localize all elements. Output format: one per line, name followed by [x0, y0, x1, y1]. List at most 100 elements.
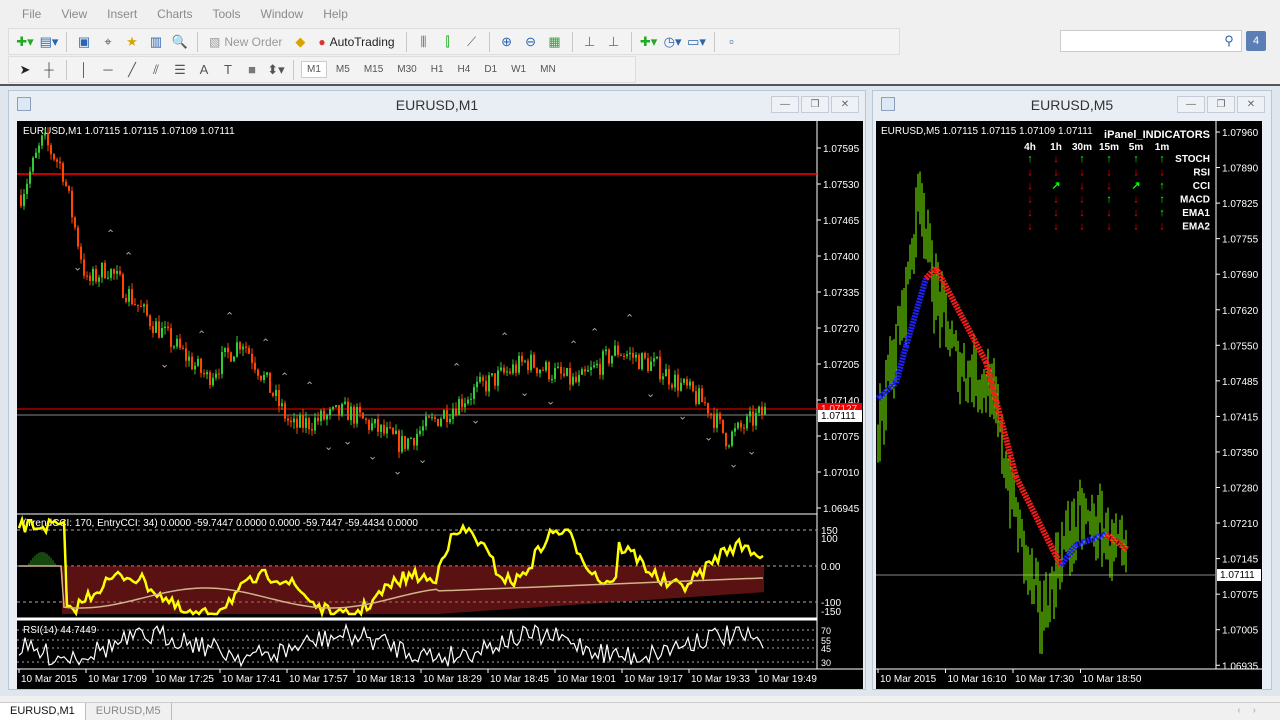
signal-down-arrow-icon: ↓	[1079, 221, 1085, 233]
new-order-button[interactable]: ▧ New Order	[205, 35, 286, 49]
timeframe-m30[interactable]: M30	[392, 62, 421, 77]
menu-window[interactable]: Window	[251, 7, 314, 21]
candle-body	[134, 304, 136, 306]
close-button[interactable]: ✕	[831, 96, 859, 113]
fibonacci-icon[interactable]: ☰	[170, 60, 190, 80]
rsi-axis-label: 70	[821, 626, 831, 636]
signal-up-arrow-icon: ↑	[1106, 194, 1112, 206]
text-label-icon[interactable]: T	[218, 60, 238, 80]
channel-icon[interactable]: ⫽	[146, 60, 166, 80]
bar-chart-icon[interactable]: ⫼	[414, 32, 434, 52]
price-tick-label: 1.07270	[823, 324, 860, 335]
candle-body	[626, 354, 628, 356]
auto-scroll-icon[interactable]: ⊥	[580, 32, 600, 52]
timeframe-mn[interactable]: MN	[535, 62, 561, 77]
menu-charts[interactable]: Charts	[147, 7, 202, 21]
autotrading-button[interactable]: ● AutoTrading	[314, 35, 398, 49]
signal-up-arrow-icon: ↑	[1159, 180, 1165, 192]
menu-view[interactable]: View	[51, 7, 97, 21]
line-chart-icon[interactable]: ⟋	[462, 32, 482, 52]
menu-file[interactable]: File	[12, 7, 51, 21]
chart-canvas[interactable]: 1.07960 1.07890 1.07825 1.07755 1.07690 1.076…	[876, 121, 1262, 689]
tile-windows-icon[interactable]: ▦	[545, 32, 565, 52]
fractal-down-icon: ⌄	[729, 459, 738, 471]
panel-row-label: RSI	[1193, 168, 1210, 179]
maximize-button[interactable]: ❐	[1207, 96, 1235, 113]
candle-body	[347, 401, 349, 421]
tab-eurusd-m5[interactable]: EURUSD,M5	[86, 703, 172, 720]
chart-svg[interactable]: 1.07960 1.07890 1.07825 1.07755 1.07690 1.076…	[876, 121, 1262, 689]
zoom-out-icon[interactable]: ⊖	[521, 32, 541, 52]
search-box[interactable]: ⚲	[1060, 30, 1242, 52]
profiles-icon[interactable]: ▤▾	[39, 32, 59, 52]
metaeditor-icon[interactable]: ◆	[290, 32, 310, 52]
candlestick-icon[interactable]: ⫿	[438, 32, 458, 52]
panel-column-header: 4h	[1024, 142, 1036, 153]
price-tick-label: 1.07210	[1222, 519, 1259, 530]
candle-body	[677, 374, 679, 391]
indicators-icon[interactable]: ✚▾	[639, 32, 659, 52]
chart-svg[interactable]: 1.07595 1.07530 1.07465 1.07400 1.07335 1.072…	[17, 121, 863, 689]
timeframe-m1[interactable]: M1	[301, 61, 327, 78]
timeframe-h4[interactable]: H4	[453, 62, 476, 77]
menu-help[interactable]: Help	[313, 7, 358, 21]
maximize-button[interactable]: ❐	[801, 96, 829, 113]
search-icon[interactable]: ⚲	[1219, 31, 1239, 51]
horizontal-line-icon[interactable]: ─	[98, 60, 118, 80]
trendline-icon[interactable]: ╱	[122, 60, 142, 80]
fractal-down-icon: ⌄	[678, 410, 687, 422]
menu-insert[interactable]: Insert	[97, 7, 147, 21]
candle-body	[194, 365, 196, 370]
candle-body	[65, 181, 67, 186]
window-titlebar[interactable]: EURUSD,M5 — ❐ ✕	[873, 91, 1271, 119]
timeframe-d1[interactable]: D1	[479, 62, 502, 77]
periods-icon[interactable]: ◷▾	[663, 32, 683, 52]
chart-shift-icon[interactable]: ⊥	[604, 32, 624, 52]
crosshair-icon[interactable]: ┼	[39, 60, 59, 80]
text-icon[interactable]: A	[194, 60, 214, 80]
tab-eurusd-m1[interactable]: EURUSD,M1	[0, 703, 86, 720]
signal-down-arrow-icon: ↓	[1133, 221, 1139, 233]
price-tick-label: 1.07890	[1222, 164, 1259, 175]
candle-body	[593, 365, 595, 368]
autotrading-icon: ●	[318, 34, 326, 49]
navigator-icon[interactable]: ★	[122, 32, 142, 52]
signal-down-arrow-icon: ↓	[1079, 167, 1085, 179]
rectangle-icon[interactable]: ■	[242, 60, 262, 80]
tester-icon[interactable]: 🔍	[170, 32, 190, 52]
data-window-icon[interactable]: ⌖	[98, 32, 118, 52]
tab-scroll-arrows[interactable]: ‹›	[1237, 705, 1268, 716]
candle-body	[278, 389, 280, 407]
timeframe-m15[interactable]: M15	[359, 62, 388, 77]
fractal-up-icon: ⌃	[625, 313, 634, 325]
strategy-tester-icon[interactable]: ▫	[722, 32, 742, 52]
new-chart-icon[interactable]: ✚▾	[15, 32, 35, 52]
menu-tools[interactable]: Tools	[203, 7, 251, 21]
close-button[interactable]: ✕	[1237, 96, 1265, 113]
timeframe-h1[interactable]: H1	[426, 62, 449, 77]
candle-body	[518, 355, 520, 373]
candle-body	[311, 429, 313, 431]
chart-canvas[interactable]: 1.07595 1.07530 1.07465 1.07400 1.07335 1.072…	[17, 121, 863, 689]
cursor-icon[interactable]: ➤	[15, 60, 35, 80]
market-watch-icon[interactable]: ▣	[74, 32, 94, 52]
candle-body	[671, 384, 673, 388]
vertical-line-icon[interactable]: │	[74, 60, 94, 80]
chart-window-eurusd-m1: EURUSD,M1 — ❐ ✕ 1.07595 1.07530 1.07465 1.074…	[8, 90, 866, 690]
candle-body	[515, 364, 517, 373]
window-titlebar[interactable]: EURUSD,M1 — ❐ ✕	[9, 91, 865, 119]
search-input[interactable]	[1061, 31, 1211, 51]
candle-body	[617, 345, 619, 355]
candle-body	[551, 378, 553, 380]
candle-body	[740, 422, 742, 428]
arrows-icon[interactable]: ⬍▾	[266, 60, 286, 80]
notifications-badge[interactable]: 4	[1246, 31, 1266, 51]
templates-icon[interactable]: ▭▾	[687, 32, 707, 52]
zoom-in-icon[interactable]: ⊕	[497, 32, 517, 52]
minimize-button[interactable]: —	[1177, 96, 1205, 113]
candle-body	[749, 411, 751, 417]
terminal-icon[interactable]: ▥	[146, 32, 166, 52]
timeframe-m5[interactable]: M5	[331, 62, 355, 77]
minimize-button[interactable]: —	[771, 96, 799, 113]
timeframe-w1[interactable]: W1	[506, 62, 531, 77]
